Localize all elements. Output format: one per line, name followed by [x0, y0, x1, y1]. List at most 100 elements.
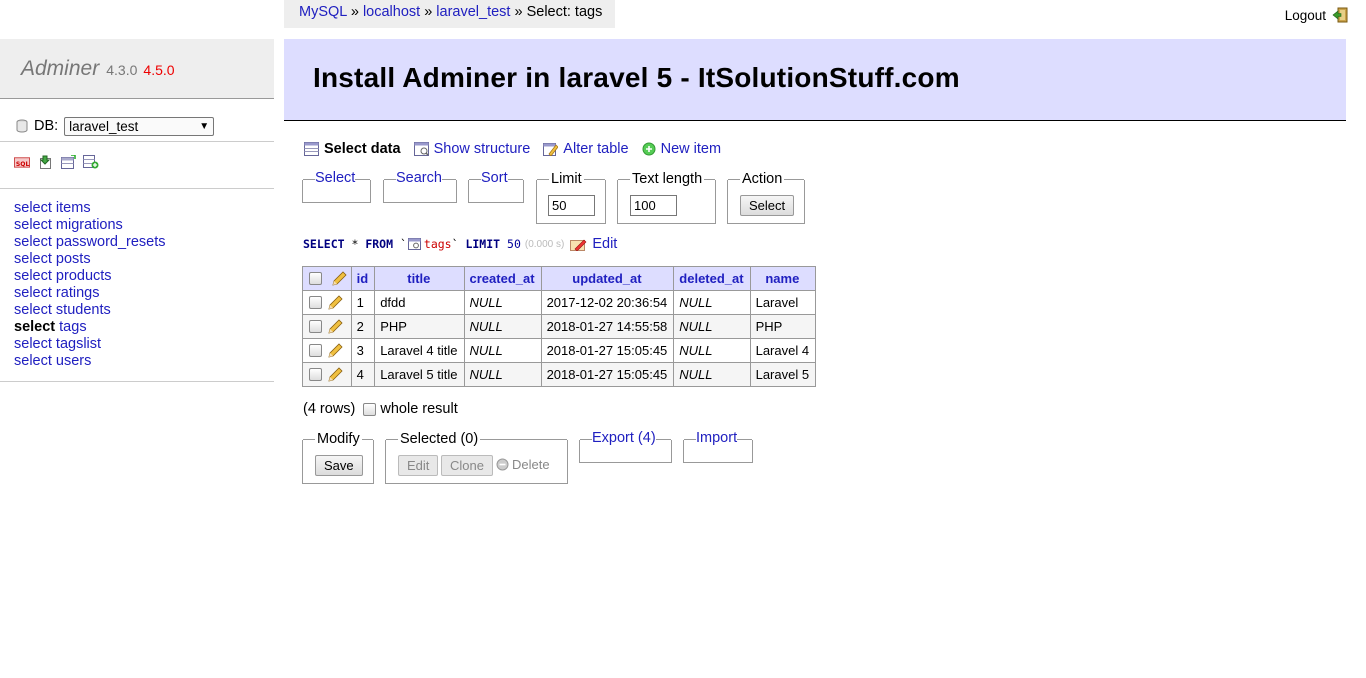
breadcrumb-mysql[interactable]: MySQL — [299, 4, 347, 20]
cell-deleted-at[interactable]: NULL — [673, 290, 751, 315]
select-columns-link[interactable]: Select — [315, 170, 355, 186]
column-header-updated-at[interactable]: updated_at — [540, 266, 675, 291]
db-select[interactable]: laravel_test ▼ — [64, 116, 215, 136]
sidebar-item-label: password_resets — [55, 234, 166, 250]
cell-created-at[interactable]: NULL — [463, 362, 542, 387]
edit-query-link[interactable]: Edit — [570, 236, 617, 252]
cell-title[interactable]: dfdd — [374, 290, 465, 315]
pencil-icon[interactable] — [327, 319, 343, 335]
row-checkbox[interactable] — [309, 344, 322, 358]
sidebar-item-users[interactable]: select users — [14, 353, 166, 370]
sidebar-item-ratings[interactable]: select ratings — [14, 285, 166, 302]
sidebar-item-label: students — [55, 302, 111, 318]
cell-id[interactable]: 4 — [350, 362, 376, 387]
edit-button[interactable]: Edit — [398, 455, 439, 476]
cell-id[interactable]: 1 — [350, 290, 376, 315]
cell-deleted-at[interactable]: NULL — [673, 338, 751, 363]
breadcrumb-server[interactable]: localhost — [363, 4, 420, 20]
cell-id[interactable]: 2 — [350, 314, 376, 339]
cell-id[interactable]: 3 — [350, 338, 376, 363]
column-header-name[interactable]: name — [749, 266, 817, 291]
alter-table-icon — [543, 143, 559, 156]
cell-updated-at[interactable]: 2018-01-27 15:05:45 — [540, 362, 675, 387]
app-name-link[interactable]: Adminer — [21, 57, 99, 80]
table-row: 3 Laravel 4 title NULL 2018-01-27 15:05:… — [302, 338, 817, 363]
sort-link[interactable]: Sort — [481, 170, 508, 186]
pencil-icon[interactable] — [327, 367, 343, 383]
select-submit-button[interactable]: Select — [740, 195, 795, 216]
column-header-deleted-at[interactable]: deleted_at — [673, 266, 751, 291]
select-data-link[interactable]: Select data — [304, 141, 401, 157]
limit-input[interactable] — [548, 195, 595, 216]
pencil-icon[interactable] — [327, 295, 343, 311]
pencil-icon[interactable] — [331, 271, 347, 287]
edit-icon — [570, 239, 587, 251]
data-table: id title created_at updated_at deleted_a… — [302, 266, 817, 387]
sidebar-item-products[interactable]: select products — [14, 268, 166, 285]
sidebar-item-keyword: select — [14, 268, 52, 284]
column-header-title[interactable]: title — [374, 266, 465, 291]
version-label: 4.3.0 — [106, 62, 138, 78]
select-all-cell — [302, 266, 352, 291]
table-row: 1 dfdd NULL 2017-12-02 20:36:54 NULL Lar… — [302, 290, 817, 315]
logout-button[interactable]: Logout — [1285, 7, 1348, 23]
db-select-value: laravel_test — [69, 118, 139, 134]
cell-created-at[interactable]: NULL — [463, 338, 542, 363]
cell-title[interactable]: Laravel 4 title — [374, 338, 465, 363]
cell-name[interactable]: Laravel 4 — [749, 338, 817, 363]
export-link[interactable]: Export (4) — [592, 430, 656, 446]
new-version-link[interactable]: 4.5.0 — [143, 62, 174, 78]
sidebar-item-tagslist[interactable]: select tagslist — [14, 336, 166, 353]
cell-name[interactable]: Laravel 5 — [749, 362, 817, 387]
alter-table-link[interactable]: Alter table — [543, 141, 629, 157]
sidebar-item-label: tagslist — [55, 336, 102, 352]
add-icon — [642, 142, 656, 156]
pencil-icon[interactable] — [327, 343, 343, 359]
row-checkbox[interactable] — [309, 320, 322, 334]
sql-command-icon[interactable]: SQL — [14, 155, 30, 169]
cell-name[interactable]: Laravel — [749, 290, 817, 315]
sidebar-item-password-resets[interactable]: select password_resets — [14, 234, 166, 251]
row-checkbox[interactable] — [309, 296, 322, 310]
create-table-icon[interactable] — [60, 155, 76, 169]
import-icon[interactable] — [37, 155, 53, 169]
cell-title[interactable]: PHP — [374, 314, 465, 339]
cell-updated-at[interactable]: 2018-01-27 14:55:58 — [540, 314, 675, 339]
sidebar-item-label: posts — [55, 251, 91, 267]
breadcrumb: MySQL » localhost » laravel_test » Selec… — [284, 0, 615, 28]
whole-result-label[interactable]: whole result — [380, 401, 457, 417]
cell-updated-at[interactable]: 2017-12-02 20:36:54 — [540, 290, 675, 315]
sidebar-item-students[interactable]: select students — [14, 302, 166, 319]
cell-created-at[interactable]: NULL — [463, 290, 542, 315]
cell-title[interactable]: Laravel 5 title — [374, 362, 465, 387]
cell-deleted-at[interactable]: NULL — [673, 314, 751, 339]
table-action-links: Select data Show structure Alter table N… — [304, 141, 721, 157]
cell-created-at[interactable]: NULL — [463, 314, 542, 339]
row-select-cell — [302, 338, 352, 363]
save-button[interactable]: Save — [315, 455, 363, 476]
cell-deleted-at[interactable]: NULL — [673, 362, 751, 387]
cell-updated-at[interactable]: 2018-01-27 15:05:45 — [540, 338, 675, 363]
logout-label: Logout — [1284, 7, 1326, 23]
column-header-id[interactable]: id — [350, 266, 376, 291]
svg-text:SQL: SQL — [16, 161, 30, 168]
row-select-cell — [302, 290, 352, 315]
show-structure-link[interactable]: Show structure — [413, 141, 530, 157]
import-link[interactable]: Import — [696, 430, 737, 446]
clone-button[interactable]: Clone — [441, 455, 493, 476]
text-length-input[interactable] — [630, 195, 677, 216]
row-checkbox[interactable] — [309, 368, 322, 382]
sidebar-item-posts[interactable]: select posts — [14, 251, 166, 268]
cell-name[interactable]: PHP — [749, 314, 817, 339]
select-all-checkbox[interactable] — [309, 272, 322, 286]
new-item-link[interactable]: New item — [642, 141, 721, 157]
sidebar-item-tags[interactable]: select tags — [14, 319, 166, 336]
whole-result-checkbox[interactable] — [363, 402, 377, 416]
delete-button[interactable]: Delete — [496, 457, 550, 472]
breadcrumb-database[interactable]: laravel_test — [436, 4, 510, 20]
column-header-created-at[interactable]: created_at — [463, 266, 542, 291]
sidebar-item-migrations[interactable]: select migrations — [14, 217, 166, 234]
search-link[interactable]: Search — [396, 170, 442, 186]
sidebar-item-items[interactable]: select items — [14, 200, 166, 217]
dump-icon[interactable] — [83, 155, 99, 169]
